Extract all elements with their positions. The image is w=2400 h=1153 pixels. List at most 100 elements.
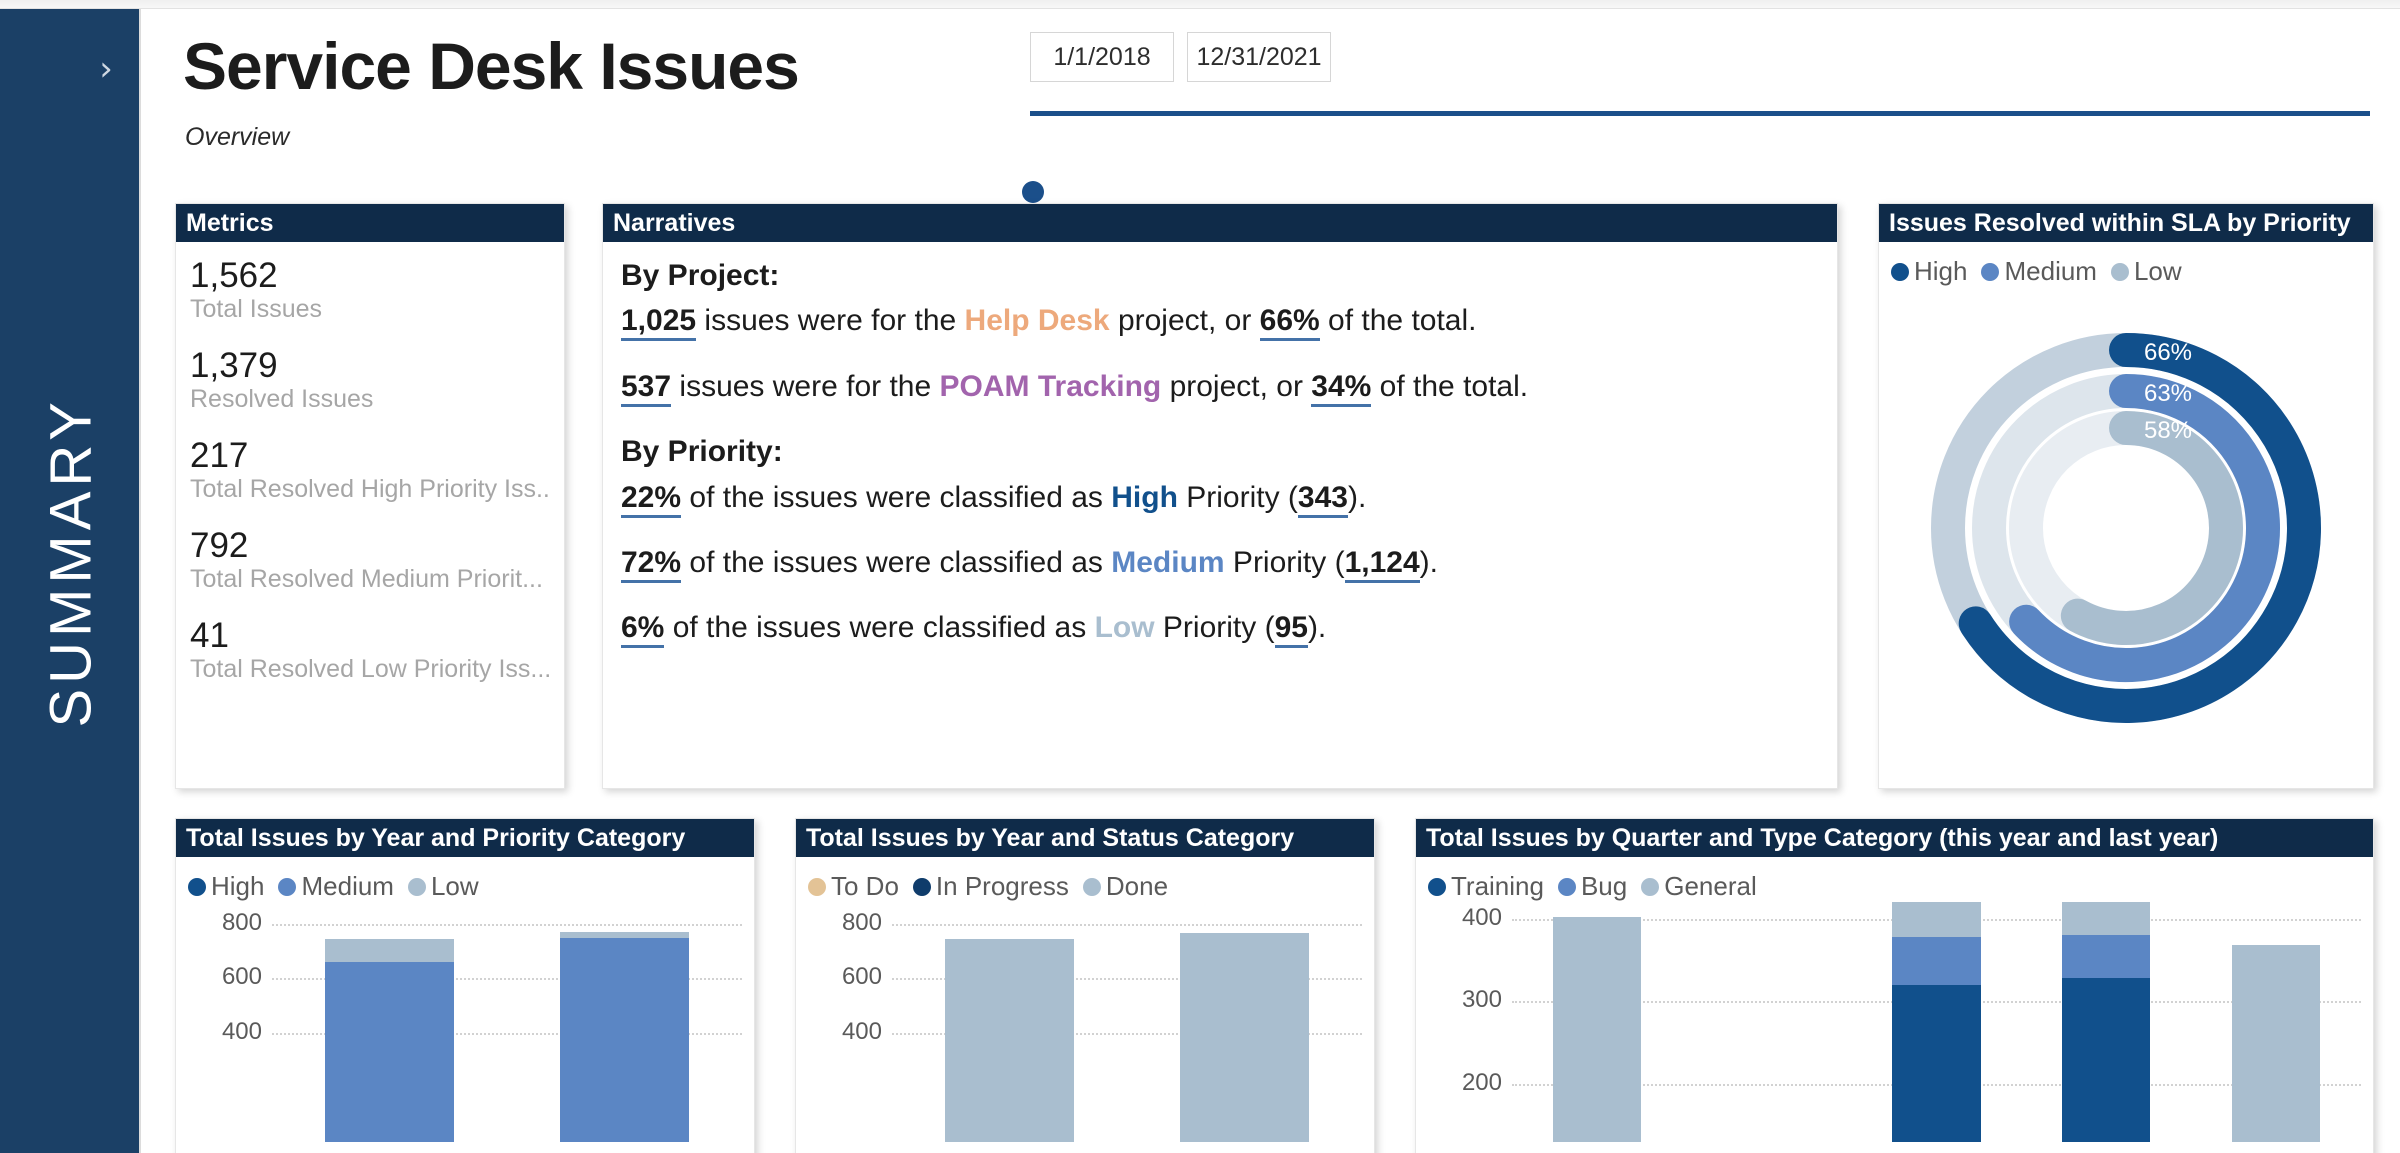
legend-item[interactable]: In Progress	[912, 871, 1069, 902]
end-date-input[interactable]: 12/31/2021	[1187, 32, 1331, 82]
issues-by-quarter-type-chart[interactable]: 200 300 400	[1416, 902, 2373, 1142]
issues-by-quarter-type-card: Total Issues by Quarter and Type Categor…	[1415, 818, 2374, 1153]
legend-swatch-icon	[1557, 877, 1576, 896]
narrative-text: Priority (	[1154, 611, 1275, 645]
legend-label: Bug	[1580, 871, 1628, 901]
date-slider-handle-left[interactable]	[1022, 181, 1044, 203]
gridline	[892, 923, 1362, 926]
y-axis-tick-label: 400	[1461, 903, 1502, 931]
issues-by-year-status-card: Total Issues by Year and Status Category…	[795, 818, 1375, 1153]
dashboard-root: › SUMMARY Service Desk Issues Overview 1…	[0, 0, 2400, 1153]
narrative-priority-tag: Low	[1094, 611, 1155, 645]
narrative-project-tag: Help Desk	[964, 304, 1110, 338]
legend-swatch-icon	[278, 877, 297, 896]
legend-swatch-icon	[912, 877, 931, 896]
chevron-right-icon[interactable]: ›	[86, 49, 126, 89]
legend-item[interactable]: Low	[407, 871, 479, 902]
legend-swatch-icon	[1428, 877, 1446, 896]
bar-segment[interactable]	[2062, 902, 2151, 936]
page-subtitle: Overview	[185, 123, 290, 151]
bar-segment[interactable]	[2231, 945, 2321, 1142]
narrative-text: issues were for the	[671, 369, 940, 403]
legend-item[interactable]: High	[1891, 256, 1967, 287]
legend-label: Training	[1451, 871, 1544, 901]
bar-segment[interactable]	[324, 938, 455, 962]
narrative-count: 343	[1297, 480, 1348, 518]
sla-radial-chart[interactable]: 66% 63% 58%	[1879, 303, 2373, 753]
narrative-count: 1,124	[1344, 545, 1420, 583]
y-axis-tick-label: 800	[841, 908, 882, 936]
narrative-text: ).	[1419, 545, 1438, 579]
radial-value-arc[interactable]	[2060, 411, 2243, 645]
bar-segment[interactable]	[1179, 932, 1310, 1142]
narratives-by-project-heading: By Project:	[621, 259, 780, 292]
bar-segment[interactable]	[1552, 916, 1642, 1142]
sla-radial-card: Issues Resolved within SLA by Priority H…	[1878, 203, 2374, 789]
narratives-card: Narratives By Project: 1,025 issues were…	[602, 203, 1838, 789]
legend-item[interactable]: To Do	[808, 871, 899, 902]
narrative-text: of the total.	[1371, 369, 1529, 403]
bar-segment[interactable]	[1892, 936, 1981, 985]
y-axis-tick-label: 300	[1461, 986, 1502, 1014]
narrative-priority-line-3: 6% of the issues were classified as Low …	[621, 610, 1819, 649]
bar-segment[interactable]	[1892, 902, 1981, 937]
bar-segment[interactable]	[944, 938, 1075, 1142]
narrative-text: ).	[1347, 480, 1367, 514]
date-slider-track[interactable]	[1022, 111, 2370, 203]
bar-segment[interactable]	[559, 932, 690, 938]
legend-swatch-icon	[188, 877, 206, 896]
issues-by-year-priority-card: Total Issues by Year and Priority Catego…	[175, 818, 755, 1153]
bar-segment[interactable]	[559, 938, 690, 1142]
narrative-priority-line-1: 22% of the issues were classified as Hig…	[621, 480, 1819, 518]
status-legend: To Do In Progress Done	[796, 857, 1374, 902]
narrative-percent: 72%	[621, 545, 682, 583]
metric-value: 792	[190, 525, 249, 565]
narratives-card-title: Narratives	[603, 204, 1837, 242]
sla-card-title: Issues Resolved within SLA by Priority	[1879, 204, 2373, 242]
legend-swatch-icon	[1891, 262, 1909, 281]
narrative-percent: 22%	[621, 480, 682, 518]
bar-segment[interactable]	[324, 962, 455, 1142]
metric-value: 217	[190, 435, 249, 475]
type-legend: Training Bug General	[1416, 857, 2373, 902]
legend-swatch-icon	[1981, 262, 2000, 281]
metric-label: Total Issues	[190, 295, 323, 324]
chart-title: Total Issues by Quarter and Type Categor…	[1416, 819, 2373, 857]
legend-item[interactable]: Medium	[1981, 256, 2097, 287]
legend-item[interactable]: Bug	[1557, 871, 1628, 902]
narrative-count: 1,025	[621, 304, 697, 342]
legend-item[interactable]: Training	[1428, 871, 1544, 902]
legend-label: Low	[430, 871, 479, 901]
y-axis-tick-label: 200	[1461, 1069, 1502, 1097]
y-axis-tick-label: 600	[841, 963, 882, 991]
narrative-priority-line-2: 72% of the issues were classified as Med…	[621, 545, 1819, 583]
bar-segment[interactable]	[1892, 984, 1981, 1142]
metrics-card: Metrics 1,562 Total Issues 1,379 Resolved I…	[175, 203, 565, 789]
chart-title: Total Issues by Year and Priority Catego…	[176, 819, 754, 857]
start-date-input[interactable]: 1/1/2018	[1030, 32, 1174, 82]
legend-item[interactable]: Low	[2110, 256, 2182, 287]
narrative-percent: 34%	[1311, 369, 1372, 407]
legend-label: To Do	[831, 871, 899, 901]
issues-by-year-status-chart[interactable]: 400 600 800	[796, 902, 1374, 1142]
radial-value-label: 58%	[2144, 417, 2192, 444]
metric-label: Total Resolved Medium Priorit...	[190, 565, 543, 593]
legend-item[interactable]: High	[188, 871, 264, 902]
legend-item[interactable]: Done	[1082, 871, 1168, 902]
metric-label: Resolved Issues	[190, 385, 374, 414]
legend-item[interactable]: Medium	[278, 871, 394, 902]
narrative-text: ).	[1307, 611, 1327, 645]
window-chrome	[0, 0, 2400, 9]
bar-segment[interactable]	[2062, 978, 2151, 1142]
legend-label: Low	[2133, 256, 2182, 286]
narrative-text: of the issues were classified as	[664, 611, 1095, 645]
y-axis-tick-label: 800	[221, 908, 262, 936]
date-range-slicer[interactable]: 1/1/2018 12/31/2021	[1022, 32, 2370, 203]
legend-label: General	[1664, 871, 1757, 901]
legend-swatch-icon	[1641, 877, 1660, 896]
issues-by-year-priority-chart[interactable]: 400 600 800	[176, 902, 754, 1142]
bar-segment[interactable]	[2062, 935, 2151, 979]
legend-item[interactable]: General	[1641, 871, 1757, 902]
legend-label: Medium	[301, 871, 394, 901]
narrative-count: 95	[1274, 611, 1308, 649]
